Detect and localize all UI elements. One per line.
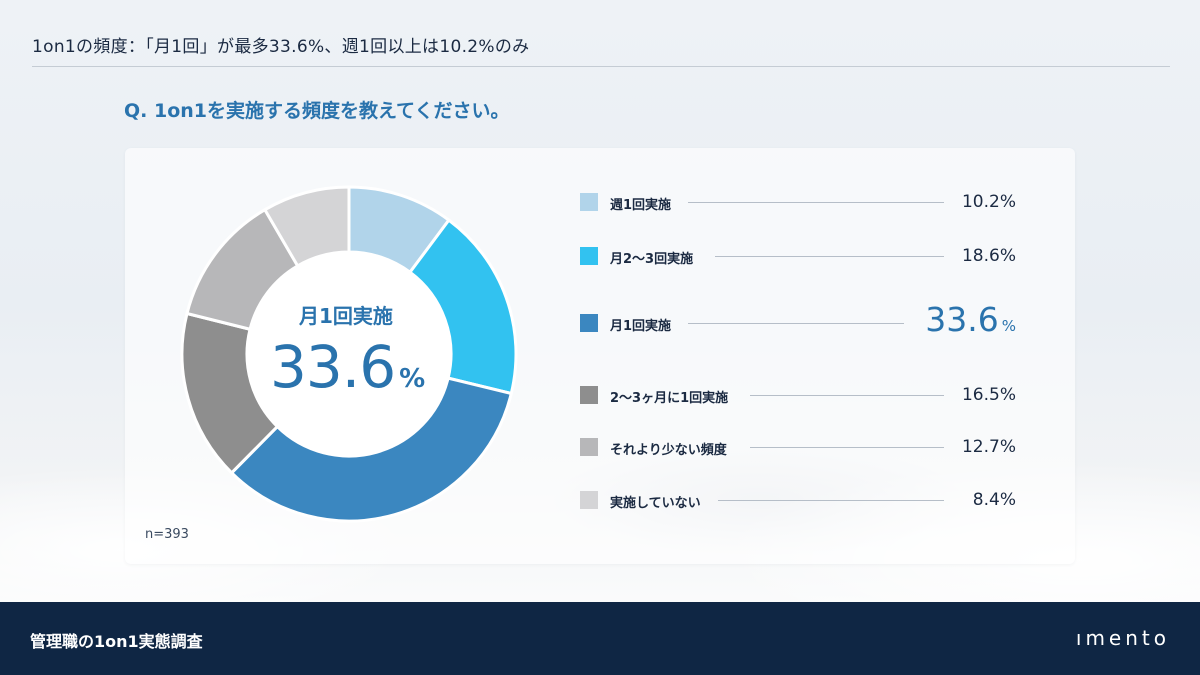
legend-label: 月2〜3回実施 xyxy=(610,252,694,267)
question-title: Q. 1on1を実施する頻度を教えてください。 xyxy=(124,100,510,122)
legend-swatch xyxy=(580,491,598,509)
legend-label: 2〜3ヶ月に1回実施 xyxy=(610,391,729,406)
legend-swatch xyxy=(580,193,598,211)
legend-item: 実施していない 8.4% xyxy=(580,483,1016,517)
legend-swatch xyxy=(580,247,598,265)
brand-logo: ımento xyxy=(1075,626,1170,650)
legend-value: 8.4% xyxy=(972,490,1016,510)
legend-value: 16.5% xyxy=(961,385,1016,405)
legend-leader-line xyxy=(688,202,944,203)
legend-leader-line xyxy=(750,447,944,448)
legend-leader-line xyxy=(688,323,904,324)
legend-item: 2〜3ヶ月に1回実施 16.5% xyxy=(580,378,1016,412)
legend-label: 実施していない xyxy=(610,496,701,511)
footer-bar: 管理職の1on1実態調査 ımento xyxy=(0,602,1200,675)
legend-item: 月2〜3回実施 18.6% xyxy=(580,239,1016,273)
legend-value-number: 33.6 xyxy=(925,300,999,339)
legend-value: 10.2% xyxy=(961,192,1016,212)
legend-swatch xyxy=(580,386,598,404)
legend-value: 12.7% xyxy=(961,437,1016,457)
sample-size: n=393 xyxy=(145,527,189,542)
legend-value: 18.6% xyxy=(961,246,1016,266)
legend-swatch xyxy=(580,438,598,456)
header-divider xyxy=(32,66,1170,67)
legend-leader-line xyxy=(715,256,944,257)
donut-center-value: 33.6% xyxy=(270,338,425,396)
legend-label: 週1回実施 xyxy=(610,198,672,213)
legend-value: 33.6% xyxy=(925,300,1016,339)
footer-title: 管理職の1on1実態調査 xyxy=(30,632,203,651)
donut-center-label: 月1回実施 xyxy=(299,304,393,328)
legend-label: 月1回実施 xyxy=(610,319,672,334)
legend-label: それより少ない頻度 xyxy=(610,443,727,458)
legend-leader-line xyxy=(718,500,944,501)
page-title: 1on1の頻度：「月1回」が最多33.6%、週1回以上は10.2%のみ xyxy=(32,37,530,57)
legend-leader-line xyxy=(750,395,944,396)
donut-center-unit: % xyxy=(399,364,426,394)
legend-value-unit: % xyxy=(1001,317,1016,335)
legend-swatch xyxy=(580,314,598,332)
legend-item: 月1回実施 33.6% xyxy=(580,300,1016,340)
donut-center-number: 33.6 xyxy=(270,333,396,401)
legend-item: 週1回実施 10.2% xyxy=(580,185,1016,219)
legend-item: それより少ない頻度 12.7% xyxy=(580,430,1016,464)
